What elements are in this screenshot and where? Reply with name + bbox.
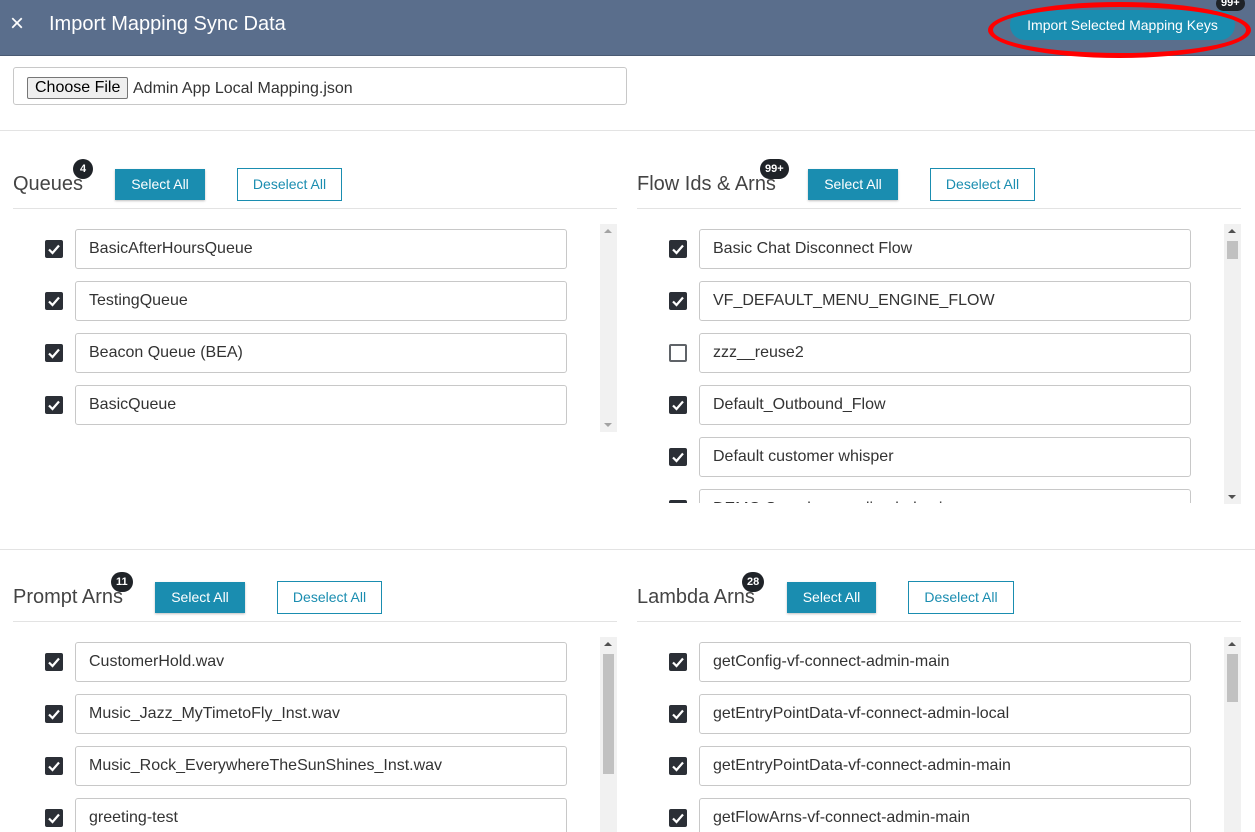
checkbox-checked[interactable] xyxy=(45,396,63,414)
list-item: BasicAfterHoursQueue xyxy=(13,229,573,269)
list-item: DEMO Sample recording behavior xyxy=(637,489,1197,503)
select-all-button[interactable]: Select All xyxy=(155,582,245,613)
import-selected-mapping-keys-button[interactable]: Import Selected Mapping Keys xyxy=(1010,10,1235,40)
list-item: Music_Rock_EverywhereTheSunShines_Inst.w… xyxy=(13,746,573,786)
mapping-key-field[interactable]: Music_Rock_EverywhereTheSunShines_Inst.w… xyxy=(75,746,567,786)
mapping-key-field[interactable]: BasicQueue xyxy=(75,385,567,425)
list-item: Default customer whisper xyxy=(637,437,1197,477)
checkbox-checked[interactable] xyxy=(45,757,63,775)
choose-file-button[interactable]: Choose File xyxy=(27,77,129,99)
checkbox-checked[interactable] xyxy=(45,653,63,671)
list-item: Music_Jazz_MyTimetoFly_Inst.wav xyxy=(13,694,573,734)
flows-scrollbar[interactable] xyxy=(1224,224,1241,504)
checkbox-checked[interactable] xyxy=(669,240,687,258)
dialog-header: × Import Mapping Sync Data Import Select… xyxy=(0,0,1255,56)
select-all-button[interactable]: Select All xyxy=(808,169,898,200)
list-item: CustomerHold.wav xyxy=(13,642,573,682)
close-icon[interactable]: × xyxy=(6,10,28,38)
count-badge: 11 xyxy=(111,572,133,592)
section-title: Prompt Arns xyxy=(13,586,124,608)
divider xyxy=(0,130,1255,131)
checkbox-checked[interactable] xyxy=(45,344,63,362)
list-item: Default_Outbound_Flow xyxy=(637,385,1197,425)
list-item: zzz__reuse2 xyxy=(637,333,1197,373)
section-title: Flow Ids & Arns xyxy=(637,173,776,195)
mapping-key-field[interactable]: Default_Outbound_Flow xyxy=(699,385,1191,425)
mapping-key-field[interactable]: TestingQueue xyxy=(75,281,567,321)
mapping-key-field[interactable]: Default customer whisper xyxy=(699,437,1191,477)
list-item: getConfig-vf-connect-admin-main xyxy=(637,642,1197,682)
count-badge: 28 xyxy=(742,572,765,592)
mapping-key-field[interactable]: Basic Chat Disconnect Flow xyxy=(699,229,1191,269)
mapping-key-field[interactable]: getConfig-vf-connect-admin-main xyxy=(699,642,1191,682)
mapping-key-field[interactable]: zzz__reuse2 xyxy=(699,333,1191,373)
mapping-key-field[interactable]: VF_DEFAULT_MENU_ENGINE_FLOW xyxy=(699,281,1191,321)
deselect-all-button[interactable]: Deselect All xyxy=(930,168,1035,201)
select-all-button[interactable]: Select All xyxy=(787,582,876,613)
checkbox-checked[interactable] xyxy=(45,809,63,827)
section-title: Lambda Arns xyxy=(637,586,755,608)
count-badge: 4 xyxy=(73,159,93,179)
list-item: greeting-test xyxy=(13,798,573,832)
lambdas-list: getConfig-vf-connect-admin-main getEntryP… xyxy=(637,642,1217,832)
checkbox-checked[interactable] xyxy=(669,292,687,310)
flows-list: Basic Chat Disconnect Flow VF_DEFAULT_MEN… xyxy=(637,229,1217,503)
select-all-button[interactable]: Select All xyxy=(115,169,205,200)
list-item: getFlowArns-vf-connect-admin-main xyxy=(637,798,1197,832)
list-item: VF_DEFAULT_MENU_ENGINE_FLOW xyxy=(637,281,1197,321)
checkbox-checked[interactable] xyxy=(669,809,687,827)
mapping-key-field[interactable]: Beacon Queue (BEA) xyxy=(75,333,567,373)
list-item: Beacon Queue (BEA) xyxy=(13,333,573,373)
prompts-scrollbar[interactable] xyxy=(600,637,617,832)
checkbox-checked[interactable] xyxy=(669,396,687,414)
import-count-badge: 99+ xyxy=(1216,0,1245,11)
checkbox-checked[interactable] xyxy=(45,292,63,310)
mapping-key-field[interactable]: Music_Jazz_MyTimetoFly_Inst.wav xyxy=(75,694,567,734)
mapping-key-field[interactable]: getEntryPointData-vf-connect-admin-main xyxy=(699,746,1191,786)
checkbox-checked[interactable] xyxy=(45,705,63,723)
mapping-key-field[interactable]: greeting-test xyxy=(75,798,567,832)
dialog-title: Import Mapping Sync Data xyxy=(49,13,286,35)
list-item: getEntryPointData-vf-connect-admin-main xyxy=(637,746,1197,786)
list-item: Basic Chat Disconnect Flow xyxy=(637,229,1197,269)
file-input: Choose File Admin App Local Mapping.json xyxy=(13,67,627,105)
mapping-key-field[interactable]: getEntryPointData-vf-connect-admin-local xyxy=(699,694,1191,734)
checkbox-checked[interactable] xyxy=(669,653,687,671)
checkbox-checked[interactable] xyxy=(669,705,687,723)
checkbox-checked[interactable] xyxy=(45,240,63,258)
checkbox-checked[interactable] xyxy=(669,448,687,466)
count-badge: 99+ xyxy=(760,159,789,179)
selected-file-name: Admin App Local Mapping.json xyxy=(133,80,353,97)
queues-scrollbar[interactable] xyxy=(600,224,617,432)
deselect-all-button[interactable]: Deselect All xyxy=(908,581,1014,614)
prompts-list: CustomerHold.wav Music_Jazz_MyTimetoFly_I… xyxy=(13,642,603,832)
queues-list: BasicAfterHoursQueue TestingQueue Beacon Q… xyxy=(13,229,603,434)
lambdas-scrollbar[interactable] xyxy=(1224,637,1241,832)
divider xyxy=(0,549,1255,550)
mapping-key-field[interactable]: BasicAfterHoursQueue xyxy=(75,229,567,269)
mapping-key-field[interactable]: CustomerHold.wav xyxy=(75,642,567,682)
checkbox-unchecked[interactable] xyxy=(669,344,687,362)
checkbox-checked[interactable] xyxy=(669,757,687,775)
list-item: TestingQueue xyxy=(13,281,573,321)
mapping-key-field[interactable]: getFlowArns-vf-connect-admin-main xyxy=(699,798,1191,832)
deselect-all-button[interactable]: Deselect All xyxy=(277,581,382,614)
deselect-all-button[interactable]: Deselect All xyxy=(237,168,342,201)
mapping-key-field[interactable]: DEMO Sample recording behavior xyxy=(699,489,1191,503)
section-title: Queues xyxy=(13,173,84,195)
list-item: BasicQueue xyxy=(13,385,573,425)
list-item: getEntryPointData-vf-connect-admin-local xyxy=(637,694,1197,734)
checkbox-checked[interactable] xyxy=(669,500,687,503)
